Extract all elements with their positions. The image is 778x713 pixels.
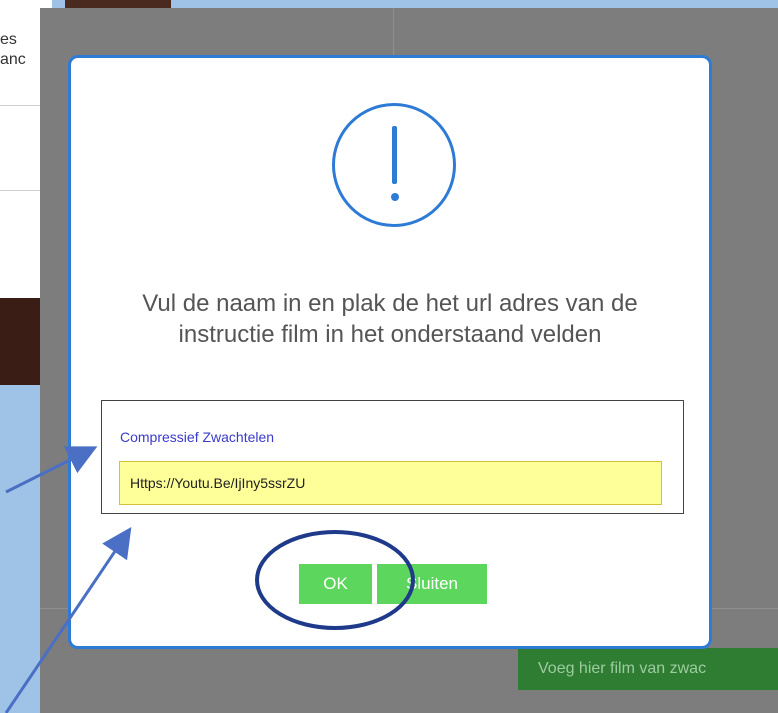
exclamation-icon — [332, 103, 456, 227]
ok-button[interactable]: OK — [299, 564, 372, 604]
close-button[interactable]: Sluiten — [377, 564, 487, 604]
input-group: Compressief Zwachtelen — [101, 400, 684, 514]
exclamation-bar — [392, 126, 397, 184]
url-input[interactable] — [119, 461, 662, 505]
background-text-line: es — [0, 31, 17, 48]
background-card-text: es anc — [0, 30, 26, 70]
add-film-button[interactable]: Voeg hier film van zwac — [518, 648, 778, 690]
background-text-line: anc — [0, 51, 26, 68]
film-name-field[interactable]: Compressief Zwachtelen — [120, 429, 274, 445]
exclamation-dot — [391, 193, 399, 201]
dialog-message: Vul de naam in en plak de het url adres … — [142, 290, 638, 348]
alert-dialog: Vul de naam in en plak de het url adres … — [68, 55, 712, 649]
background-thumbnail — [65, 0, 171, 8]
